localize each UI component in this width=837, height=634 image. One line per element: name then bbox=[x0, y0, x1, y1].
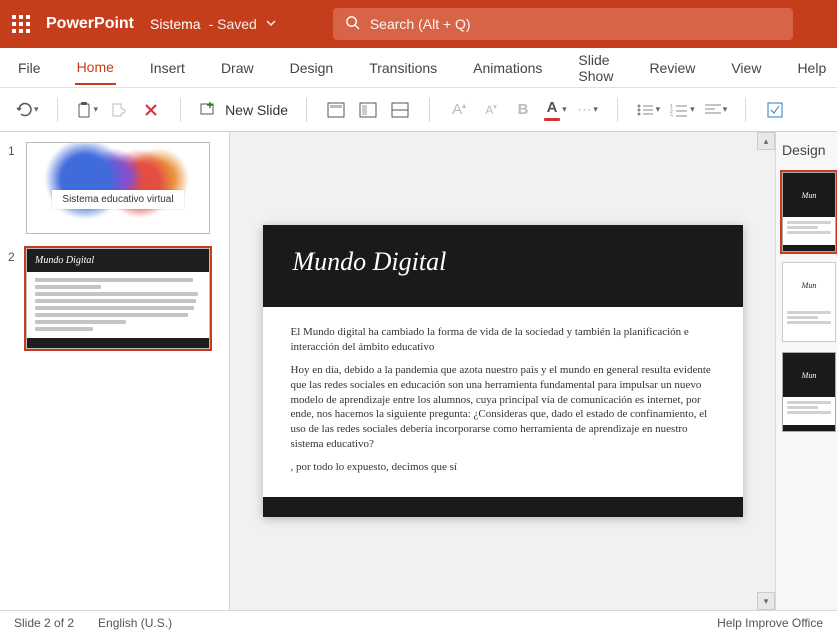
thumbnail-1-caption: Sistema educativo virtual bbox=[52, 190, 183, 209]
slide-canvas[interactable]: Mundo Digital El Mundo digital ha cambia… bbox=[230, 132, 775, 610]
app-launcher-icon[interactable] bbox=[12, 15, 30, 33]
tab-slideshow[interactable]: Slide Show bbox=[576, 44, 615, 92]
tab-insert[interactable]: Insert bbox=[148, 52, 187, 84]
search-icon bbox=[345, 15, 360, 33]
paste-button[interactable]: ▾ bbox=[76, 96, 99, 124]
numbering-button[interactable]: 123 ▾ bbox=[670, 96, 695, 124]
slide-thumbnail-2[interactable]: Mundo Digital bbox=[26, 248, 210, 349]
search-input[interactable] bbox=[370, 16, 781, 32]
tab-view[interactable]: View bbox=[729, 52, 763, 84]
language-indicator[interactable]: English (U.S.) bbox=[98, 616, 172, 630]
slide-paragraph-2: Hoy en día, debido a la pandemia que azo… bbox=[291, 363, 715, 452]
thumbnail-number: 2 bbox=[8, 248, 20, 349]
increase-font-button[interactable]: A▴ bbox=[448, 96, 470, 124]
bold-button[interactable]: B bbox=[512, 96, 534, 124]
new-slide-label: New Slide bbox=[225, 102, 288, 118]
tab-file[interactable]: File bbox=[16, 52, 43, 84]
tab-review[interactable]: Review bbox=[647, 52, 697, 84]
svg-text:3: 3 bbox=[670, 114, 673, 117]
document-name: Sistema bbox=[150, 16, 201, 32]
design-idea-label: Mun bbox=[783, 173, 835, 217]
chevron-down-icon[interactable] bbox=[265, 16, 277, 32]
more-font-button[interactable]: ⋯▾ bbox=[577, 96, 599, 124]
thumbnail-2-title: Mundo Digital bbox=[27, 249, 209, 272]
new-slide-button[interactable]: New Slide bbox=[199, 101, 288, 119]
current-slide[interactable]: Mundo Digital El Mundo digital ha cambia… bbox=[263, 225, 743, 517]
tab-transitions[interactable]: Transitions bbox=[367, 52, 439, 84]
tab-animations[interactable]: Animations bbox=[471, 52, 544, 84]
design-pane-header: Design bbox=[776, 138, 837, 162]
ribbon-toolbar: ▾ ▾ New Slide A▴ A▾ bbox=[0, 88, 837, 132]
slide-thumbnail-1[interactable]: Sistema educativo virtual bbox=[26, 142, 210, 234]
decrease-font-button[interactable]: A▾ bbox=[480, 96, 502, 124]
tab-draw[interactable]: Draw bbox=[219, 52, 256, 84]
tab-help[interactable]: Help bbox=[795, 52, 828, 84]
ribbon-tabs: File Home Insert Draw Design Transitions… bbox=[0, 48, 837, 88]
layout-button[interactable] bbox=[325, 96, 347, 124]
slide-panel: 1 Sistema educativo virtual 2 Mundo Digi… bbox=[0, 132, 230, 610]
reset-button[interactable] bbox=[357, 96, 379, 124]
tab-design[interactable]: Design bbox=[288, 52, 336, 84]
splash-art-icon bbox=[27, 143, 209, 233]
slide-editor: ▴ Mundo Digital El Mundo digital ha camb… bbox=[230, 132, 775, 610]
design-idea-label: Mun bbox=[783, 353, 835, 397]
undo-button[interactable]: ▾ bbox=[14, 96, 39, 124]
slide-paragraph-1: El Mundo digital ha cambiado la forma de… bbox=[291, 325, 715, 355]
slide-title[interactable]: Mundo Digital bbox=[293, 247, 713, 277]
design-idea-2[interactable]: Mun bbox=[782, 262, 836, 342]
scroll-down-button[interactable]: ▾ bbox=[757, 592, 775, 610]
title-bar: PowerPoint Sistema - Saved bbox=[0, 0, 837, 48]
bullets-button[interactable]: ▾ bbox=[636, 96, 661, 124]
scroll-up-button[interactable]: ▴ bbox=[757, 132, 775, 150]
thumbnail-2-body bbox=[27, 272, 209, 338]
content-area: 1 Sistema educativo virtual 2 Mundo Digi… bbox=[0, 132, 837, 610]
section-button[interactable] bbox=[389, 96, 411, 124]
design-idea-3[interactable]: Mun bbox=[782, 352, 836, 432]
document-title-area[interactable]: Sistema - Saved bbox=[150, 16, 277, 32]
format-painter-button[interactable] bbox=[108, 96, 130, 124]
search-box[interactable] bbox=[333, 8, 793, 40]
slide-position[interactable]: Slide 2 of 2 bbox=[14, 616, 74, 630]
app-name: PowerPoint bbox=[46, 15, 134, 33]
font-color-button[interactable]: A ▾ bbox=[544, 96, 567, 124]
slide-paragraph-3: , por todo lo expuesto, decimos que sí bbox=[291, 460, 715, 475]
help-improve-link[interactable]: Help Improve Office bbox=[717, 616, 823, 630]
tab-home[interactable]: Home bbox=[75, 51, 116, 85]
design-idea-label: Mun bbox=[783, 263, 835, 307]
delete-button[interactable] bbox=[140, 96, 162, 124]
thumbnail-number: 1 bbox=[8, 142, 20, 234]
slide-body[interactable]: El Mundo digital ha cambiado la forma de… bbox=[263, 307, 743, 497]
designer-button[interactable] bbox=[764, 96, 786, 124]
status-bar: Slide 2 of 2 English (U.S.) Help Improve… bbox=[0, 610, 837, 634]
save-state: - Saved bbox=[209, 16, 257, 32]
thumbnail-row-1[interactable]: 1 Sistema educativo virtual bbox=[8, 142, 221, 234]
thumbnail-row-2[interactable]: 2 Mundo Digital bbox=[8, 248, 221, 349]
design-ideas-pane: Design Mun Mun Mun bbox=[775, 132, 837, 610]
align-button[interactable]: ▾ bbox=[705, 96, 728, 124]
design-idea-1[interactable]: Mun bbox=[782, 172, 836, 252]
